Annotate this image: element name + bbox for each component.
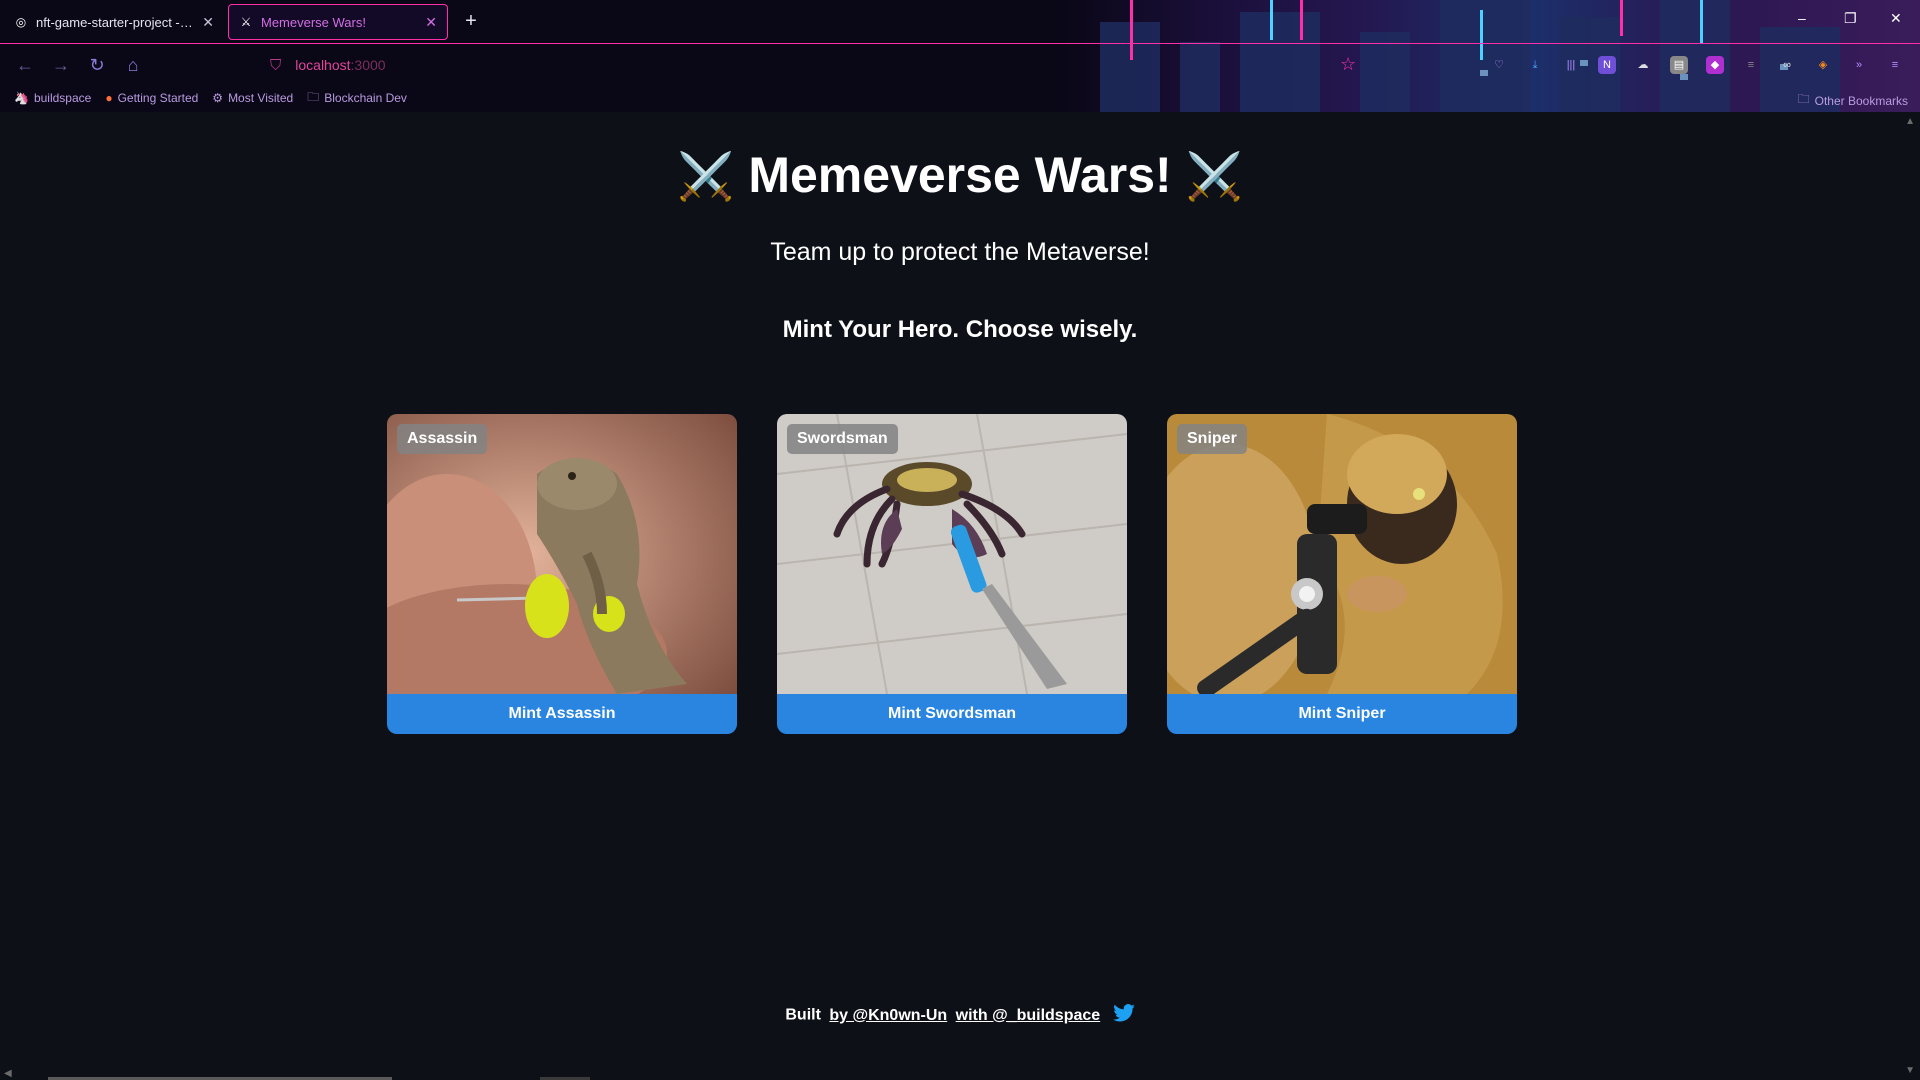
close-icon[interactable]: ✕	[202, 14, 214, 31]
author-twitter-link[interactable]: by @Kn0wn-Un	[829, 1007, 947, 1024]
tab-title: Memeverse Wars!	[261, 14, 366, 30]
firefox-icon: ●	[105, 91, 113, 105]
replit-icon: ◎	[15, 15, 27, 29]
sniper-dog-image	[1167, 414, 1517, 694]
crossed-swords-icon: ⚔️	[677, 150, 735, 202]
extension-book-icon[interactable]: ▤	[1670, 56, 1688, 74]
mint-sniper-button[interactable]: Mint Sniper	[1167, 694, 1517, 734]
tab-title: nft-game-starter-project - Repli	[36, 14, 197, 30]
shield-icon[interactable]: ⛉	[270, 57, 281, 74]
minimize-icon[interactable]: –	[1798, 10, 1806, 26]
hamburger-menu-icon[interactable]: ≡	[1886, 56, 1904, 74]
address-bar[interactable]: ⛉ ▢ localhost :3000	[270, 52, 1350, 78]
character-name-badge: Assassin	[397, 424, 488, 454]
crossed-swords-icon: ⚔️	[1185, 150, 1243, 202]
library-icon[interactable]: |||	[1562, 56, 1580, 74]
restore-icon[interactable]: ❐	[1844, 10, 1857, 27]
mint-swordsman-button[interactable]: Mint Swordsman	[777, 694, 1127, 734]
extension-bars-icon[interactable]: ≡	[1742, 56, 1760, 74]
extension-cube-icon[interactable]: ◆	[1706, 56, 1724, 74]
mint-prompt: Mint Your Hero. Choose wisely.	[782, 316, 1138, 343]
page-title: ⚔️ Memeverse Wars! ⚔️	[0, 146, 1920, 204]
bookmark-getting-started[interactable]: ● Getting Started	[105, 91, 198, 105]
tab-bar: ◎ nft-game-starter-project - Repli ✕ ⚔ M…	[0, 0, 1920, 44]
character-card-sniper: Sniper Mint Sniper	[1167, 414, 1517, 734]
folder-icon: 🗀	[1797, 92, 1810, 106]
bookmark-star-icon[interactable]: ☆	[1340, 54, 1356, 75]
scroll-up-icon[interactable]: ▲	[1905, 116, 1915, 127]
bookmark-label: Most Visited	[228, 91, 294, 105]
extension-cloud-icon[interactable]: ☁	[1634, 56, 1652, 74]
url-port: :3000	[350, 57, 386, 73]
footer: Built by @Kn0wn-Un with @_buildspace	[0, 1004, 1920, 1027]
metamask-icon[interactable]: ◈	[1814, 56, 1832, 74]
bookmark-blockchain-dev[interactable]: 🗀 Blockchain Dev	[307, 88, 407, 109]
extension-n-icon[interactable]: N	[1598, 56, 1616, 74]
scroll-left-icon[interactable]: ◀	[4, 1068, 12, 1079]
character-card-swordsman: Swordsman Mint Swordsman	[777, 414, 1127, 734]
close-window-icon[interactable]: ✕	[1890, 10, 1902, 27]
crossed-swords-icon: ⚔	[240, 15, 252, 29]
horizontal-scrollbar[interactable]: ◀	[0, 1066, 1900, 1080]
gear-icon: ⚙	[212, 91, 224, 105]
character-name-badge: Sniper	[1177, 424, 1247, 454]
url-host: localhost	[295, 57, 351, 73]
vertical-scrollbar[interactable]: ▲ ▼	[1902, 112, 1920, 1080]
mint-assassin-button[interactable]: Mint Assassin	[387, 694, 737, 734]
folder-icon: 🗀	[307, 89, 320, 104]
scroll-down-icon[interactable]: ▼	[1905, 1065, 1915, 1076]
extension-glasses-icon[interactable]: ∞	[1778, 56, 1796, 74]
close-icon[interactable]: ✕	[425, 14, 437, 31]
other-bookmarks[interactable]: 🗀 Other Bookmarks	[1798, 90, 1908, 111]
character-card-assassin: Assassin Mint Assassin	[387, 414, 737, 734]
bookmark-most-visited[interactable]: ⚙ Most Visited	[212, 91, 293, 105]
new-tab-button[interactable]: +	[458, 8, 484, 34]
bookmark-label: Getting Started	[117, 91, 199, 105]
bookmark-buildspace[interactable]: 🦄 buildspace	[14, 91, 91, 105]
download-icon[interactable]: ⤓	[1526, 56, 1544, 74]
tab-memeverse-wars[interactable]: ⚔ Memeverse Wars! ✕	[228, 4, 448, 40]
page-title-text: Memeverse Wars!	[748, 147, 1172, 203]
overflow-menu-icon[interactable]: »	[1850, 56, 1868, 74]
tab-replit[interactable]: ◎ nft-game-starter-project - Repli ✕	[4, 4, 224, 40]
home-icon[interactable]: ⌂	[122, 54, 144, 76]
buildspace-twitter-link[interactable]: with @_buildspace	[956, 1007, 1101, 1024]
forward-icon[interactable]: →	[50, 54, 72, 76]
bookmark-label: Blockchain Dev	[324, 91, 407, 105]
bookmarks-toolbar: 🦄 buildspace ● Getting Started ⚙ Most Vi…	[0, 84, 1920, 112]
navigation-bar: ← → ↻ ⌂ ⛉ ▢ localhost :3000 ☆ ♡ ⤓ ||| N …	[0, 44, 1920, 84]
back-icon[interactable]: ←	[14, 54, 36, 76]
footer-built-text: Built	[785, 1006, 821, 1024]
swordsman-crab-image	[777, 414, 1127, 694]
unicorn-icon: 🦄	[14, 91, 29, 105]
bookmark-label: buildspace	[33, 91, 92, 105]
character-name-badge: Swordsman	[787, 424, 898, 454]
other-bookmarks-label: Other Bookmarks	[1814, 93, 1908, 108]
twitter-icon[interactable]	[1112, 1004, 1135, 1027]
page-subtitle: Team up to protect the Metaverse!	[770, 238, 1150, 266]
pocket-icon[interactable]: ♡	[1490, 56, 1508, 74]
page-content: ⚔️ Memeverse Wars! ⚔️ Team up to protect…	[0, 112, 1920, 1080]
reload-icon[interactable]: ↻	[86, 54, 108, 76]
assassin-lizard-image	[387, 414, 737, 694]
browser-chrome: ◎ nft-game-starter-project - Repli ✕ ⚔ M…	[0, 0, 1920, 112]
